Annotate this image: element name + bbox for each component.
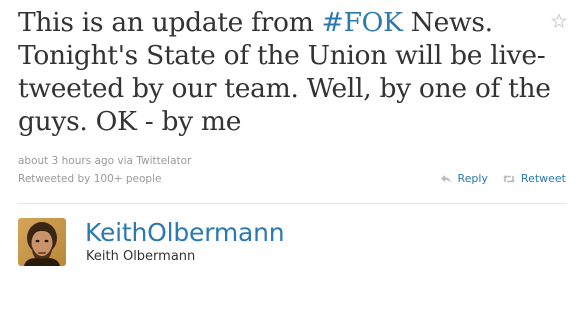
retweet-count[interactable]: Retweeted by 100+ people — [18, 172, 161, 186]
tweet-text: This is an update from #FOK News. Tonigh… — [18, 6, 554, 138]
author-full-name: Keith Olbermann — [86, 249, 196, 264]
retweet-button[interactable]: Retweet — [502, 172, 566, 186]
star-icon[interactable] — [551, 13, 567, 29]
reply-label: Reply — [457, 172, 488, 185]
divider — [18, 203, 566, 204]
retweet-label: Retweet — [520, 172, 566, 185]
tweet-meta: about 3 hours ago via Twittelator — [18, 154, 191, 168]
reply-arrow-icon — [441, 175, 452, 183]
tweet-actions: Reply Retweet — [426, 172, 566, 186]
tweet-text-start: This is an update from — [18, 7, 322, 38]
avatar-image — [18, 218, 66, 266]
source-link[interactable]: Twittelator — [136, 155, 191, 167]
author-screen-name[interactable]: KeithOlbermann — [85, 218, 285, 248]
hashtag-link[interactable]: #FOK — [322, 7, 403, 38]
retweet-arrows-icon — [502, 175, 515, 183]
via-text: via — [117, 155, 133, 167]
reply-button[interactable]: Reply — [440, 172, 488, 186]
avatar[interactable] — [18, 218, 66, 266]
timestamp-link[interactable]: about 3 hours ago — [18, 155, 114, 167]
